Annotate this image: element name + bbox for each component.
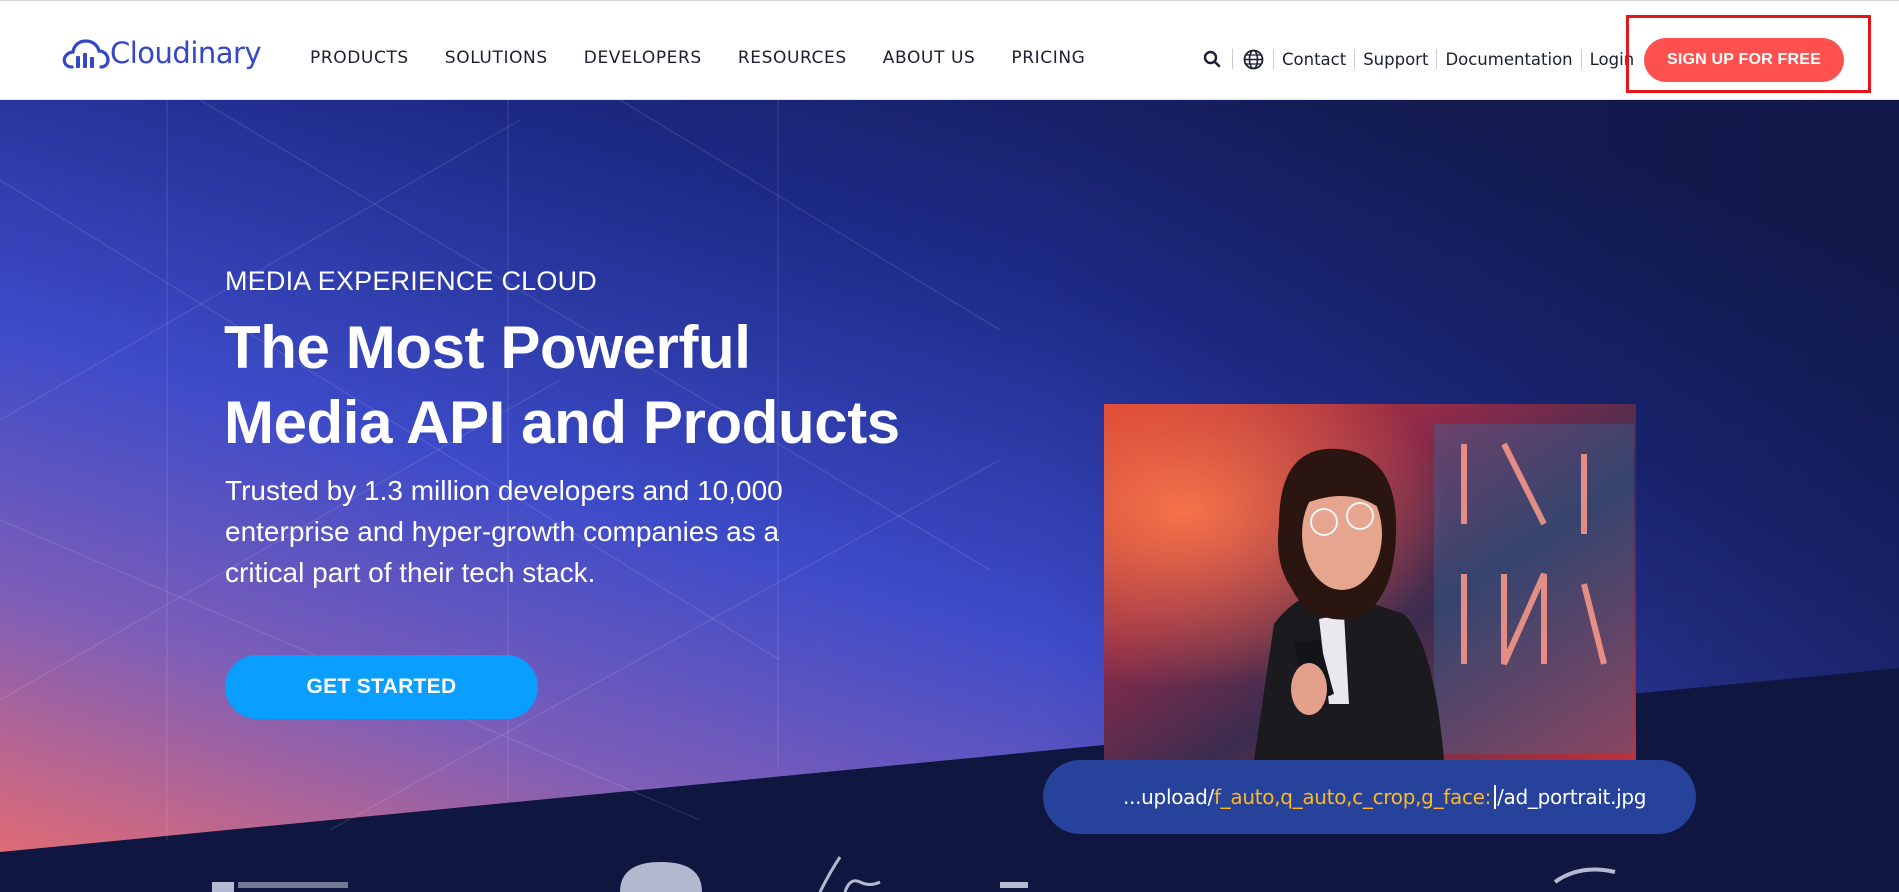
nav-pricing[interactable]: PRICING (1011, 48, 1085, 68)
get-started-button[interactable]: GET STARTED (225, 655, 538, 719)
customer-logo (212, 882, 234, 892)
nav-resources[interactable]: RESOURCES (738, 48, 847, 68)
headline-line-1: The Most Powerful (224, 314, 751, 381)
customer-logo (238, 882, 348, 888)
headline-line-2: Media API and Products (224, 389, 900, 456)
support-link[interactable]: Support (1363, 50, 1428, 69)
divider (1436, 49, 1438, 69)
divider (1580, 49, 1582, 69)
customer-logos-strip (212, 856, 1616, 892)
customer-logo (620, 862, 702, 892)
search-icon[interactable] (1200, 47, 1224, 71)
hero-portrait-image (1104, 404, 1636, 760)
documentation-link[interactable]: Documentation (1445, 50, 1572, 69)
site-header: Cloudinary PRODUCTS SOLUTIONS DEVELOPERS… (0, 0, 1899, 100)
cloud-logo-icon (62, 39, 110, 69)
nav-solutions[interactable]: SOLUTIONS (445, 48, 548, 68)
customer-logo (1553, 867, 1616, 884)
divider (1354, 49, 1356, 69)
url-params: f_auto,q_auto,c_crop,g_face: (1213, 785, 1492, 809)
globe-icon[interactable] (1241, 47, 1265, 71)
divider (1232, 49, 1233, 69)
divider (1273, 49, 1274, 69)
url-prefix: ...upload/ (1123, 785, 1214, 809)
nav-developers[interactable]: DEVELOPERS (584, 48, 702, 68)
hero-headline: The Most Powerful Media API and Products (224, 310, 964, 460)
contact-link[interactable]: Contact (1282, 50, 1346, 69)
hero-eyebrow: MEDIA EXPERIENCE CLOUD (225, 266, 597, 296)
sign-up-button[interactable]: SIGN UP FOR FREE (1644, 38, 1844, 82)
url-suffix: /ad_portrait.jpg (1497, 785, 1647, 809)
cloudinary-logo[interactable]: Cloudinary (62, 33, 262, 73)
hero-subtext: Trusted by 1.3 million developers and 10… (225, 475, 783, 588)
nav-products[interactable]: PRODUCTS (310, 48, 409, 68)
logo-text: Cloudinary (110, 36, 262, 70)
transformation-url-pill: ...upload/f_auto,q_auto,c_crop,g_face:/a… (1043, 760, 1696, 834)
customer-logo (818, 856, 881, 892)
hero-section: MEDIA EXPERIENCE CLOUD The Most Powerful… (0, 100, 1899, 892)
text-caret (1494, 785, 1497, 809)
nav-about-us[interactable]: ABOUT US (883, 48, 976, 68)
customer-logo (1000, 882, 1028, 888)
utility-bar: Contact Support Documentation Login (1200, 47, 1634, 71)
main-nav: PRODUCTS SOLUTIONS DEVELOPERS RESOURCES … (310, 48, 1121, 68)
